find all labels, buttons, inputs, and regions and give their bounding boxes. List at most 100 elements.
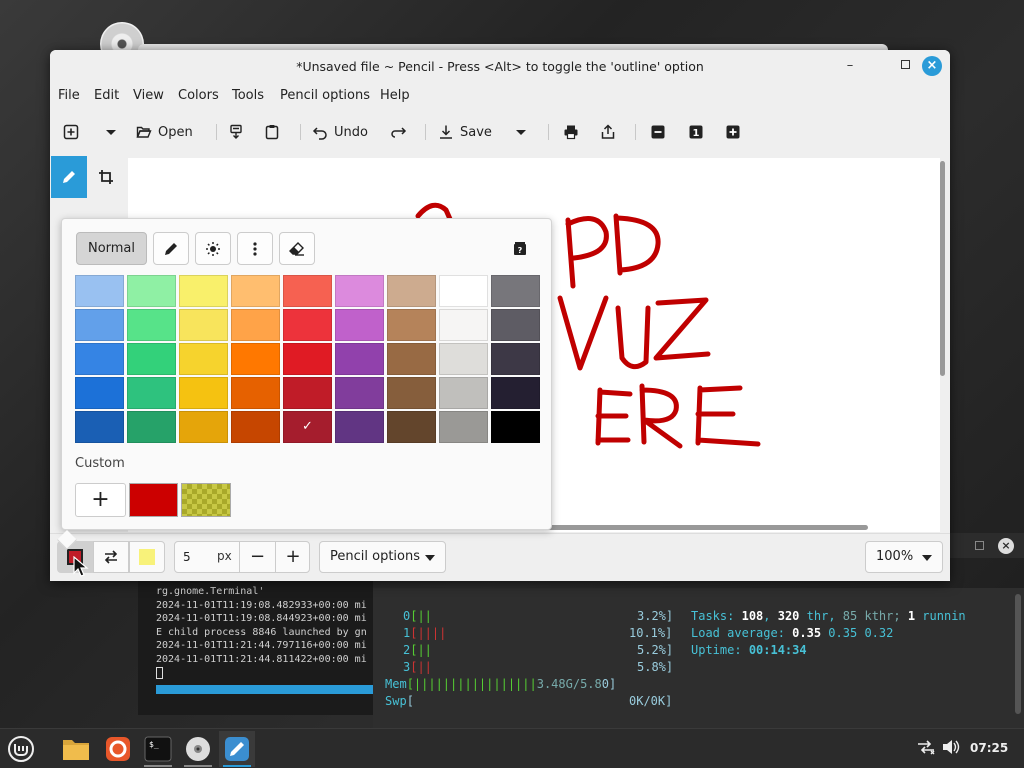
tool-size-input[interactable] xyxy=(183,548,209,566)
palette-swatch[interactable] xyxy=(335,309,384,341)
menu-tools[interactable]: Tools xyxy=(232,88,264,103)
palette-swatch[interactable] xyxy=(387,411,436,443)
palette-swatch[interactable] xyxy=(387,377,436,409)
palette-swatch[interactable] xyxy=(439,275,488,307)
palette-swatch[interactable] xyxy=(335,411,384,443)
palette-swatch[interactable] xyxy=(439,411,488,443)
palette-swatch[interactable] xyxy=(491,343,540,375)
swap-colors-button[interactable] xyxy=(93,541,129,573)
scrollbar-thumb[interactable] xyxy=(940,161,945,376)
menu-view[interactable]: View xyxy=(133,88,164,103)
palette-swatch[interactable] xyxy=(491,377,540,409)
network-icon[interactable] xyxy=(917,739,935,759)
menu-colors[interactable]: Colors xyxy=(178,88,219,103)
palette-swatch[interactable] xyxy=(335,275,384,307)
undo-button[interactable]: Undo xyxy=(312,120,368,144)
palette-swatch[interactable] xyxy=(283,309,332,341)
palette-swatch[interactable] xyxy=(231,343,280,375)
palette-help-button[interactable]: ? xyxy=(502,232,538,265)
menu-edit[interactable]: Edit xyxy=(94,88,119,103)
blend-mode-normal-button[interactable]: Normal xyxy=(76,232,147,265)
taskbar-terminal[interactable]: $_ xyxy=(140,731,176,767)
taskbar-firefox[interactable] xyxy=(100,731,136,767)
palette-swatch[interactable] xyxy=(127,275,176,307)
palette-swatch[interactable] xyxy=(335,343,384,375)
palette-swatch[interactable] xyxy=(439,309,488,341)
pencil-tool[interactable] xyxy=(51,156,87,198)
window-titlebar[interactable]: *Unsaved file ~ Pencil - Press <Alt> to … xyxy=(50,50,950,83)
palette-swatch[interactable] xyxy=(127,343,176,375)
zoom-in-button[interactable] xyxy=(725,120,741,144)
palette-swatch[interactable] xyxy=(179,275,228,307)
palette-swatch[interactable] xyxy=(75,275,124,307)
taskbar-files[interactable] xyxy=(58,731,94,767)
zoom-out-button[interactable] xyxy=(650,120,666,144)
palette-swatch[interactable] xyxy=(231,275,280,307)
palette-swatch[interactable] xyxy=(283,377,332,409)
palette-swatch[interactable] xyxy=(387,309,436,341)
palette-swatch[interactable] xyxy=(231,411,280,443)
eraser-mode-button[interactable] xyxy=(279,232,315,265)
close-button[interactable]: × xyxy=(922,56,942,76)
zoom-reset-button[interactable]: 1 xyxy=(688,120,704,144)
minimize-button[interactable]: – xyxy=(840,56,860,76)
vertical-scrollbar[interactable] xyxy=(940,158,946,532)
htop-scrollbar[interactable] xyxy=(1015,594,1021,714)
pencil-options-dropdown[interactable]: Pencil options xyxy=(319,541,446,573)
menu-help[interactable]: Help xyxy=(380,88,410,103)
share-button[interactable] xyxy=(600,120,616,144)
save-button[interactable]: Save xyxy=(438,120,492,144)
palette-swatch[interactable] xyxy=(283,275,332,307)
new-options-dropdown[interactable] xyxy=(103,120,119,144)
palette-swatch[interactable] xyxy=(231,309,280,341)
palette-swatch[interactable] xyxy=(75,377,124,409)
palette-swatch[interactable] xyxy=(283,343,332,375)
start-menu-button[interactable] xyxy=(3,731,39,767)
palette-swatch[interactable] xyxy=(127,309,176,341)
decrease-size-button[interactable]: − xyxy=(240,542,275,572)
palette-swatch[interactable] xyxy=(491,309,540,341)
paste-button[interactable] xyxy=(264,120,280,144)
custom-transparent-swatch[interactable] xyxy=(181,483,231,517)
add-custom-color-button[interactable]: + xyxy=(75,483,126,517)
close-icon[interactable]: × xyxy=(998,538,1014,554)
increase-size-button[interactable]: + xyxy=(276,542,310,572)
terminal-window[interactable]: rg.gnome.Terminal' 2024-11-01T11:19:08.4… xyxy=(138,580,373,715)
palette-swatch[interactable] xyxy=(491,275,540,307)
scrollbar-thumb[interactable] xyxy=(538,525,868,530)
maximize-icon[interactable] xyxy=(975,541,984,550)
palette-swatch[interactable] xyxy=(75,309,124,341)
custom-color-swatch[interactable] xyxy=(129,483,178,517)
menu-file[interactable]: File xyxy=(58,88,80,103)
zoom-dropdown[interactable]: 100% xyxy=(865,541,943,573)
open-button[interactable]: Open xyxy=(136,120,193,144)
clock[interactable]: 07:25 xyxy=(970,741,1008,755)
import-button[interactable] xyxy=(228,120,244,144)
palette-swatch[interactable] xyxy=(179,309,228,341)
htop-panel[interactable]: 0[|| 3.2%] 1[|||| 10.1%] 2[|| 5.2%] 3[||… xyxy=(373,588,1024,728)
palette-swatch[interactable] xyxy=(179,411,228,443)
palette-swatch[interactable] xyxy=(439,377,488,409)
redo-button[interactable] xyxy=(391,120,407,144)
volume-icon[interactable] xyxy=(942,739,960,759)
secondary-color-button[interactable] xyxy=(129,541,165,573)
brightness-mode-button[interactable] xyxy=(195,232,231,265)
pencil-mode-button[interactable] xyxy=(153,232,189,265)
print-button[interactable] xyxy=(563,120,579,144)
maximize-button[interactable] xyxy=(895,56,915,76)
palette-swatch[interactable] xyxy=(127,411,176,443)
taskbar-disc[interactable] xyxy=(180,731,216,767)
palette-swatch[interactable] xyxy=(491,411,540,443)
palette-swatch[interactable] xyxy=(387,275,436,307)
new-button[interactable] xyxy=(63,120,79,144)
palette-swatch[interactable] xyxy=(179,377,228,409)
palette-swatch[interactable] xyxy=(75,411,124,443)
menu-pencil-options[interactable]: Pencil options xyxy=(280,88,370,103)
save-options-dropdown[interactable] xyxy=(513,120,529,144)
palette-swatch[interactable] xyxy=(335,377,384,409)
palette-swatch[interactable] xyxy=(127,377,176,409)
more-options-button[interactable] xyxy=(237,232,273,265)
palette-swatch[interactable] xyxy=(179,343,228,375)
palette-swatch[interactable] xyxy=(231,377,280,409)
taskbar-pencil[interactable] xyxy=(219,731,255,767)
